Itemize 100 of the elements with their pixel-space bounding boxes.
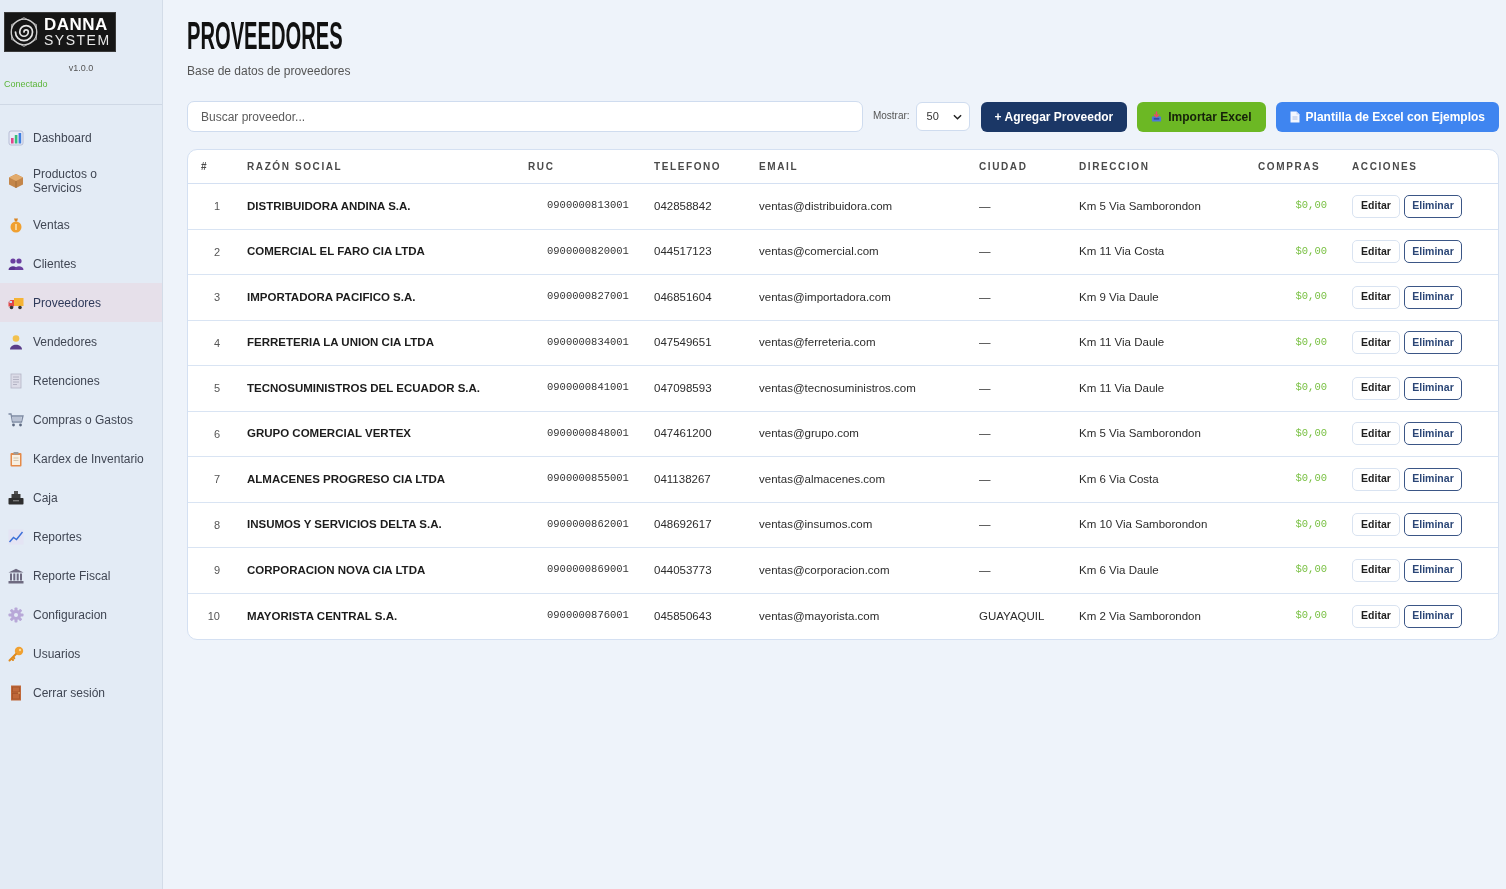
table-cell-text: 4 [213,335,220,351]
edit-button[interactable]: Editar [1352,194,1400,218]
table-cell-text: Km 5 Via Samborondon [1079,426,1201,442]
sidebar-item[interactable]: Dashboard [0,118,162,157]
table-cell-text: 044517123 [654,244,712,260]
table-cell-text: $0,00 [1295,425,1327,441]
table-cell-text: FERRETERIA LA UNION CIA LTDA [247,335,434,351]
table-cell-text: 7 [213,472,220,487]
sidebar-item[interactable]: Proveedores [0,283,162,322]
chevron-down-icon [952,113,962,120]
sidebar-item[interactable]: Reportes [0,517,162,556]
table-cell-text: 8 [213,517,220,533]
table-cell-text: Km 2 Via Samborondon [1079,608,1201,624]
table-cell-text: ventas@ferreteria.com [759,335,876,351]
column-header: CIUDAD [979,160,1028,174]
edit-button[interactable]: Editar [1352,422,1400,446]
table-cell-text: 1 [213,199,220,214]
key-icon [8,645,24,662]
delete-button[interactable]: Eliminar [1404,376,1462,400]
sidebar-item[interactable]: Caja [0,478,162,517]
delete-button[interactable]: Eliminar [1404,422,1462,446]
version-label: v1.0.0 [68,62,94,74]
table-cell-text: Km 6 Via Daule [1079,562,1159,578]
table-cell-text: — [979,380,991,396]
table-cell-text: — [979,289,991,305]
delete-button[interactable]: Eliminar [1404,285,1462,309]
delete-button[interactable]: Eliminar [1404,604,1462,628]
package-icon [8,173,24,189]
table-cell-text: — [979,517,991,533]
sidebar-item[interactable]: Vendedores [0,322,162,361]
table-cell-text: $0,00 [1295,198,1327,214]
table-cell-text: 045850643 [654,608,712,624]
sidebar-item[interactable]: Productos o Servicios [0,157,162,205]
search-field[interactable]: Buscar proveedor... [187,101,863,132]
table-cell-text: — [979,562,991,578]
sidebar-item[interactable]: Clientes [0,244,162,283]
table-cell-text: — [979,198,991,214]
cash-register-icon [8,489,24,506]
template-button[interactable]: Plantilla de Excel con Ejemplos [1275,101,1499,132]
sidebar-item[interactable]: Reporte Fiscal [0,556,162,595]
sidebar-item[interactable]: Ventas [0,205,162,244]
table-cell-text: ventas@distribuidora.com [759,198,893,214]
column-header: EMAIL [759,160,799,174]
table-cell-text: $0,00 [1295,608,1327,624]
cart-icon [8,411,24,428]
delete-button[interactable]: Eliminar [1404,194,1462,218]
delete-button[interactable]: Eliminar [1404,513,1462,537]
column-header: # [201,160,209,174]
delete-button[interactable]: Eliminar [1404,240,1462,264]
table-cell-text: DISTRIBUIDORA ANDINA S.A. [247,198,411,214]
table-cell-text: ALMACENES PROGRESO CIA LTDA [247,471,446,487]
table-cell-text: 10 [207,609,220,624]
sidebar-item[interactable]: Usuarios [0,634,162,673]
table-cell-text: $0,00 [1295,516,1327,532]
logo-wordmark: SYSTEM [44,33,111,48]
person-icon [8,333,24,350]
column-header: ACCIONES [1352,160,1418,174]
sidebar-item[interactable]: Kardex de Inventario [0,439,162,478]
table-cell-text: 0900000841001 [547,380,629,396]
edit-button[interactable]: Editar [1352,604,1400,628]
tray-icon [1151,111,1163,122]
import-button[interactable]: Importar Excel [1137,101,1266,132]
add-button[interactable]: + Agregar Proveedor [980,101,1128,132]
table-cell-text: 0900000820001 [547,243,629,259]
table-cell-text: Km 6 Via Costa [1079,471,1159,487]
sidebar-item[interactable]: Compras o Gastos [0,400,162,439]
delete-button[interactable]: Eliminar [1404,467,1462,491]
edit-button[interactable]: Editar [1352,331,1400,355]
gear-icon [8,606,24,623]
edit-button[interactable]: Editar [1352,467,1400,491]
table-cell-text: ventas@corporacion.com [759,562,890,578]
table-cell-text: 041138267 [654,471,711,487]
edit-button[interactable]: Editar [1352,240,1400,264]
delete-button[interactable]: Eliminar [1404,558,1462,582]
table-cell-text: 0900000876001 [547,608,629,624]
column-header: RUC [528,160,555,174]
edit-button[interactable]: Editar [1352,513,1400,537]
table-cell-text: 0900000813001 [547,198,629,214]
table-cell-text: 0900000869001 [547,562,629,578]
table-cell-text: ventas@grupo.com [759,426,859,442]
table-cell-text: $0,00 [1295,562,1327,578]
sidebar-item[interactable]: Configuracion [0,595,162,634]
table-cell-text: Km 11 Via Costa [1079,244,1165,260]
table-cell-text: ventas@importadora.com [759,289,891,305]
table-cell-text: $0,00 [1295,289,1327,305]
table-cell-text: COMERCIAL EL FARO CIA LTDA [247,244,425,260]
table-cell-text: ventas@almacenes.com [759,471,886,487]
page-size-select[interactable]: 50 [915,102,970,131]
bar-chart-icon [8,129,24,146]
table-cell-text: 042858842 [654,198,712,214]
sidebar-item[interactable]: Retenciones [0,361,162,400]
edit-button[interactable]: Editar [1352,558,1400,582]
table-cell-text: Km 11 Via Daule [1079,380,1165,396]
delete-button[interactable]: Eliminar [1404,331,1462,355]
table-cell-text: $0,00 [1295,471,1327,487]
page-title: PROVEEDORES [187,20,343,52]
table-cell-text: 047549651 [654,335,712,351]
edit-button[interactable]: Editar [1352,376,1400,400]
sidebar-item[interactable]: Cerrar sesión [0,673,162,712]
edit-button[interactable]: Editar [1352,285,1400,309]
